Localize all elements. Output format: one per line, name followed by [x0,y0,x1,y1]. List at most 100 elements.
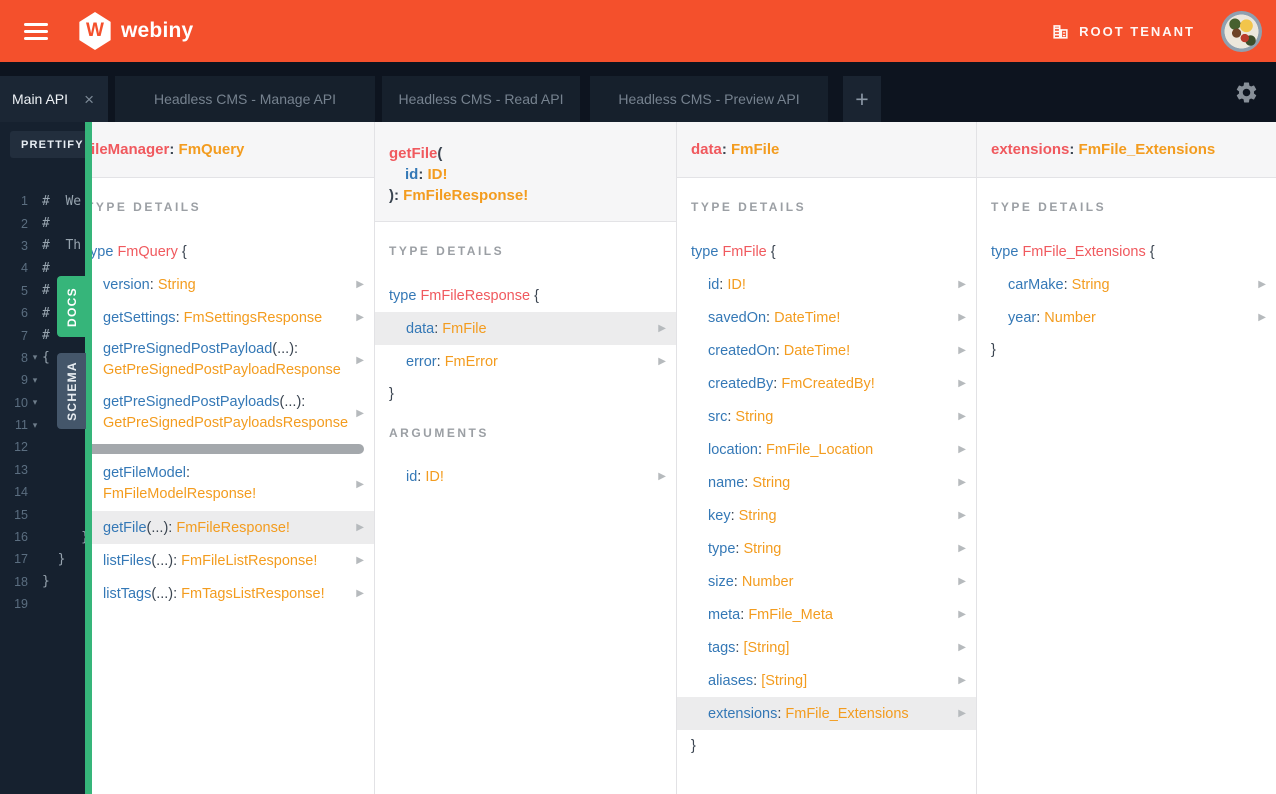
code-token: FmTagsListResponse! [181,585,325,602]
doc-field-row[interactable]: getFile(...): FmFileResponse! ▶ [92,511,374,544]
doc-field-row[interactable]: src: String ▶ [677,400,976,433]
code-token: key [708,507,731,524]
code-token: [String] [761,672,808,689]
row-expand-icon: ▶ [356,279,364,290]
doc-field-row[interactable]: getPreSignedPostPayloads(...): GetPreSign… [92,387,374,440]
avatar[interactable] [1221,10,1262,52]
tab-headless-cms-manage-api[interactable]: Headless CMS - Manage API [115,76,375,122]
editor-line: 12 [0,436,92,458]
line-number: 17 [14,552,28,567]
menu-icon[interactable] [24,22,48,40]
code-token: FmFileResponse [420,288,535,304]
doc-field-line: getFileModel: [103,463,256,484]
doc-field-row[interactable]: createdOn: DateTime! ▶ [677,334,976,367]
doc-field-row[interactable]: data: FmFile ▶ [375,312,676,345]
brand-wordmark: webiny [121,19,194,42]
doc-field-row[interactable]: savedOn: DateTime! ▶ [677,301,976,334]
doc-code-line: } [677,736,976,756]
fold-arrow-icon[interactable]: ▾ [28,397,42,408]
row-expand-icon: ▶ [958,708,966,719]
tab-headless-cms-read-api[interactable]: Headless CMS - Read API [382,76,580,122]
close-tab-icon[interactable]: × [82,89,96,110]
editor-code-text: # [42,328,50,344]
horizontal-scrollbar[interactable] [92,444,364,454]
docs-panel-edge [85,122,92,794]
doc-field-row[interactable]: carMake: String ▶ [977,268,1276,301]
editor-line: 3 # Th [0,235,92,257]
doc-field-row[interactable]: name: String ▶ [677,466,976,499]
code-token: GetPreSignedPostPayloadResponse [103,362,341,378]
code-token: FmQuery [117,244,182,260]
code-token: version [103,276,150,293]
code-token: : [730,507,739,524]
doc-field-row[interactable]: getPreSignedPostPayload(...): GetPreSigne… [92,334,374,387]
doc-field-text: savedOn: DateTime! [708,310,840,326]
doc-field-row[interactable]: key: String ▶ [677,499,976,532]
fold-arrow-icon[interactable]: ▾ [28,375,42,386]
row-expand-icon: ▶ [958,279,966,290]
doc-field-row[interactable]: size: Number ▶ [677,565,976,598]
doc-field-row[interactable]: listTags(...): FmTagsListResponse! ▶ [92,577,374,610]
doc-field-row[interactable]: id: ID! ▶ [677,268,976,301]
prettify-button[interactable]: PRETTIFY [10,131,92,158]
doc-field-row[interactable]: location: FmFile_Location ▶ [677,433,976,466]
code-token: FmFileResponse! [176,519,290,536]
settings-gear-icon[interactable] [1234,80,1259,105]
fold-arrow-icon[interactable]: ▾ [28,352,42,363]
logo-letter: W [86,20,104,41]
code-token: String [157,276,196,293]
doc-field-row[interactable]: type: String ▶ [677,532,976,565]
query-editor[interactable]: PRETTIFY 1 # We 2 #3 # Th 4 #5 #6 #7 #8 ▾{9 ▾ 10 ▾ 11 ▾… [0,122,92,794]
docs-side-tab[interactable]: DOCS [57,276,86,337]
doc-title-line: data: FmFile [691,139,962,160]
code-token: listTags [103,585,152,602]
doc-field-text: data: FmFile [406,321,487,337]
code-token: type [92,244,114,260]
doc-field-text: getPreSignedPostPayload(...): GetPreSigne… [103,334,341,387]
doc-field-row[interactable]: year: Number ▶ [977,301,1276,334]
code-token: id [406,468,418,485]
doc-field-row[interactable]: tags: [String] ▶ [677,631,976,664]
doc-field-row[interactable]: getFileModel: FmFileModelResponse! ▶ [92,458,374,511]
code-token: FmFile [442,320,487,337]
doc-column-3: data: FmFile TYPE DETAILS type FmFile {id:… [677,122,977,794]
doc-field-row[interactable]: meta: FmFile_Meta ▶ [677,598,976,631]
tenant-selector[interactable]: ROOT TENANT [1051,22,1195,41]
doc-field-row[interactable]: extensions: FmFile_Extensions ▶ [677,697,976,730]
editor-line: 14 [0,481,92,503]
row-expand-icon: ▶ [356,479,364,490]
doc-field-row[interactable]: error: FmError ▶ [375,345,676,378]
line-number: 13 [14,462,28,477]
doc-field-row[interactable]: createdBy: FmCreatedBy! ▶ [677,367,976,400]
row-expand-icon: ▶ [658,471,666,482]
doc-field-row[interactable]: listFiles(...): FmFileListResponse! ▶ [92,544,374,577]
schema-side-tab[interactable]: SCHEMA [57,353,86,429]
code-token: String [738,507,777,524]
doc-title-line: getFile( [389,143,662,164]
docs-panel: fileManager: FmQuery TYPE DETAILS type FmQ… [92,122,1276,794]
code-token: FmError [444,353,498,370]
doc-field-text: version: String [103,277,196,293]
doc-field-text: listFiles(...): FmFileListResponse! [103,553,317,569]
code-token: location [708,441,758,458]
code-token: : [753,672,762,689]
tab-main-api[interactable]: Main API × [0,76,108,122]
editor-line: 2 # [0,212,92,234]
doc-code-line: type FmFile_Extensions { [977,242,1276,262]
code-token: DateTime! [783,342,851,359]
tab-headless-cms-preview-api[interactable]: Headless CMS - Preview API [590,76,828,122]
doc-field-row[interactable]: getSettings: FmSettingsResponse ▶ [92,301,374,334]
code-token: savedOn [708,309,767,326]
doc-field-text: createdBy: FmCreatedBy! [708,376,875,392]
new-tab-button[interactable]: + [843,76,881,122]
code-token: fileManager [92,141,170,158]
doc-field-row[interactable]: id: ID! ▶ [375,460,676,493]
code-token: (...) [279,394,302,410]
code-token: { [181,244,187,260]
code-token: : [149,276,158,293]
row-expand-icon: ▶ [958,576,966,587]
doc-field-row[interactable]: aliases: [String] ▶ [677,664,976,697]
fold-arrow-icon[interactable]: ▾ [28,420,42,431]
doc-field-row[interactable]: version: String ▶ [92,268,374,301]
row-expand-icon: ▶ [356,312,364,323]
